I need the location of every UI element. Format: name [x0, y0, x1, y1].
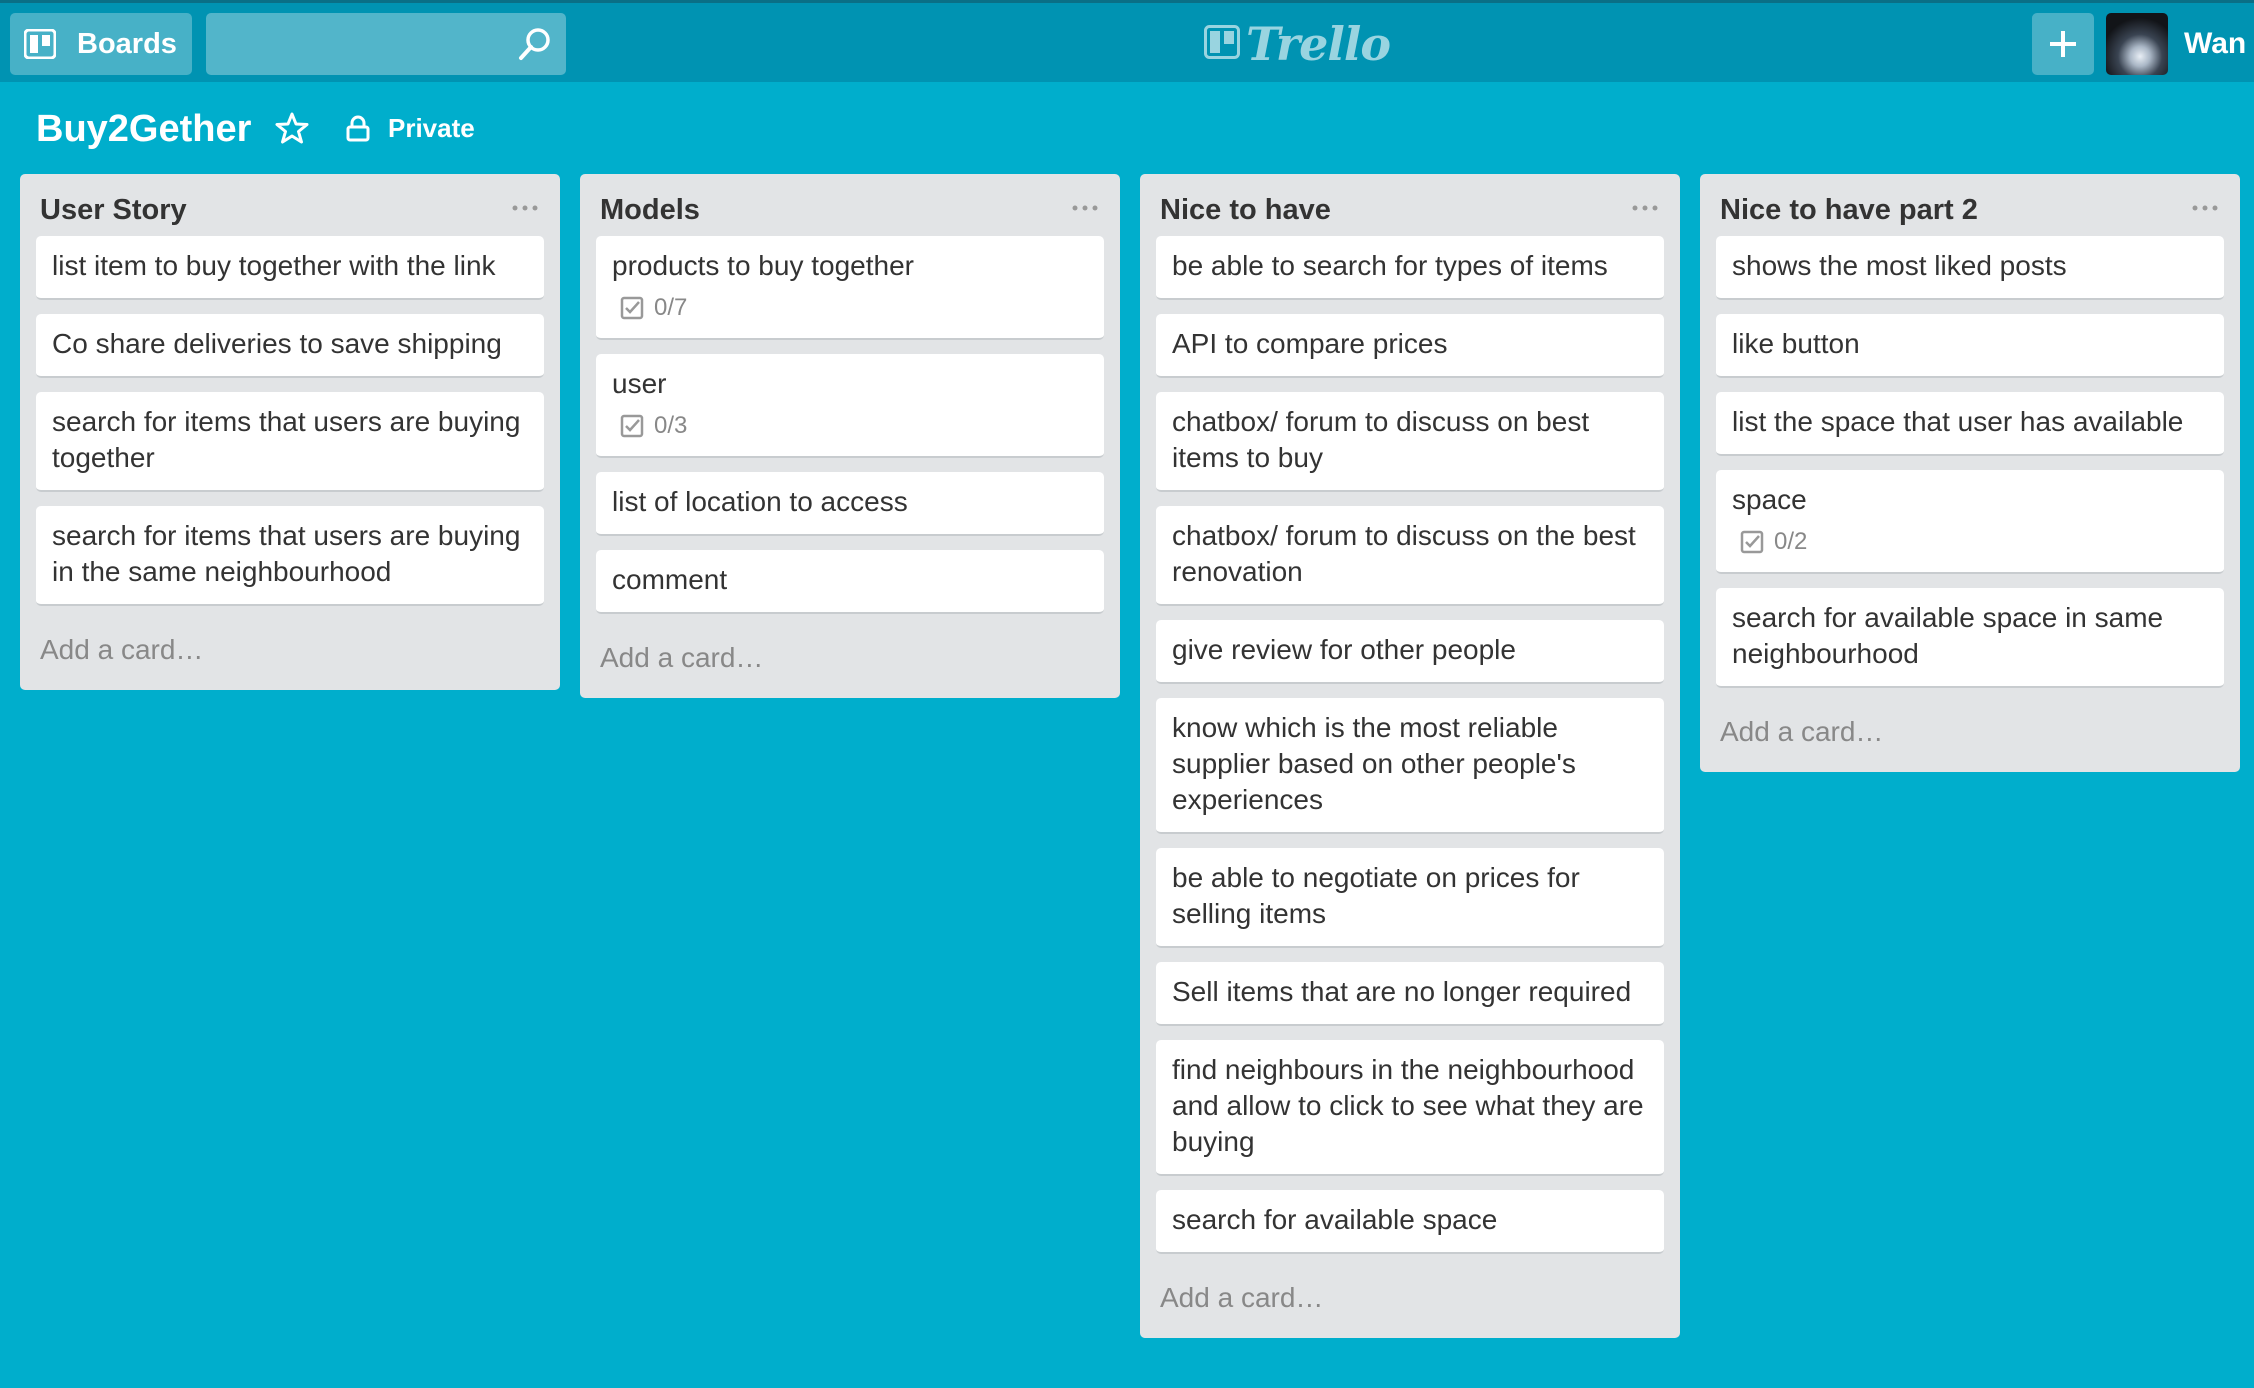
trello-logo-text: Trello [1246, 17, 1391, 71]
checklist-badge: 0/3 [612, 410, 1088, 442]
card[interactable]: Co share deliveries to save shipping [36, 314, 544, 378]
boards-icon [24, 29, 56, 59]
card[interactable]: comment [596, 550, 1104, 614]
user-name[interactable]: Wan S [2184, 25, 2254, 63]
checklist-count: 0/7 [654, 294, 688, 321]
card[interactable]: shows the most liked posts [1716, 236, 2224, 300]
checklist-icon [620, 296, 644, 320]
card[interactable]: Sell items that are no longer required [1156, 962, 1664, 1026]
star-icon[interactable] [274, 110, 310, 146]
checklist-count: 0/3 [654, 412, 688, 439]
checklist-badge: 0/2 [1732, 526, 2208, 558]
card[interactable]: know which is the most reliable supplier… [1156, 698, 1664, 834]
card[interactable]: search for available space in same neigh… [1716, 588, 2224, 688]
search-icon[interactable] [518, 27, 552, 61]
trello-logo-icon [1204, 25, 1240, 59]
card-text: shows the most liked posts [1732, 250, 2067, 281]
search-input[interactable] [206, 13, 506, 75]
top-header: Boards Trello Wan S [0, 0, 2254, 82]
card-text: search for available space in same neigh… [1732, 602, 2164, 669]
card[interactable]: list item to buy together with the link [36, 236, 544, 300]
list-header: Nice to have [1156, 188, 1664, 236]
card-text: user [612, 368, 667, 399]
card-text: be able to search for types of items [1172, 250, 1608, 281]
card[interactable]: space 0/2 [1716, 470, 2224, 574]
privacy-button[interactable]: Private [344, 108, 475, 148]
card-text: list item to buy together with the link [52, 250, 496, 281]
checklist-badge: 0/7 [612, 292, 1088, 324]
list-title[interactable]: User Story [40, 190, 187, 230]
card-text: give review for other people [1172, 634, 1516, 665]
card[interactable]: products to buy together 0/7 [596, 236, 1104, 340]
privacy-label: Private [388, 113, 475, 143]
card-text: chatbox/ forum to discuss on best items … [1172, 406, 1590, 473]
card-text: products to buy together [612, 250, 914, 281]
list-nice-to-have-part-2: Nice to have part 2 shows the most liked… [1700, 174, 2240, 772]
checklist-icon [1740, 530, 1764, 554]
list-header: User Story [36, 188, 544, 236]
board-title[interactable]: Buy2Gether [36, 104, 251, 154]
card[interactable]: API to compare prices [1156, 314, 1664, 378]
add-card-button[interactable]: Add a card… [36, 620, 544, 674]
card-text: know which is the most reliable supplier… [1172, 712, 1576, 815]
card-text: like button [1732, 328, 1860, 359]
card-text: chatbox/ forum to discuss on the best re… [1172, 520, 1636, 587]
card-text: Co share deliveries to save shipping [52, 328, 502, 359]
card[interactable]: search for items that users are buying t… [36, 392, 544, 492]
more-icon[interactable] [1070, 198, 1100, 218]
list-models: Models products to buy together 0/7 user… [580, 174, 1120, 698]
boards-button-label: Boards [77, 28, 177, 60]
more-icon[interactable] [510, 198, 540, 218]
list-nice-to-have: Nice to have be able to search for types… [1140, 174, 1680, 1338]
avatar[interactable] [2106, 13, 2168, 75]
card-text: space [1732, 484, 1807, 515]
card[interactable]: search for available space [1156, 1190, 1664, 1254]
list-title[interactable]: Nice to have part 2 [1720, 190, 1978, 230]
more-icon[interactable] [2190, 198, 2220, 218]
card-text: Sell items that are no longer required [1172, 976, 1632, 1007]
card-text: list of location to access [612, 486, 908, 517]
card[interactable]: like button [1716, 314, 2224, 378]
card[interactable]: chatbox/ forum to discuss on best items … [1156, 392, 1664, 492]
list-header: Nice to have part 2 [1716, 188, 2224, 236]
add-card-button[interactable]: Add a card… [1156, 1268, 1664, 1322]
card-text: be able to negotiate on prices for selli… [1172, 862, 1580, 929]
list-user-story: User Story list item to buy together wit… [20, 174, 560, 690]
lock-icon [346, 115, 370, 142]
add-card-button[interactable]: Add a card… [596, 628, 1104, 682]
card-text: search for items that users are buying t… [52, 406, 521, 473]
card-text: comment [612, 564, 728, 595]
boards-button[interactable]: Boards [10, 13, 192, 75]
list-title[interactable]: Models [600, 190, 700, 230]
trello-logo[interactable]: Trello [1204, 19, 1391, 69]
card-text: search for available space [1172, 1204, 1498, 1235]
card[interactable]: list the space that user has available [1716, 392, 2224, 456]
plus-icon [2050, 31, 2076, 57]
list-title[interactable]: Nice to have [1160, 190, 1331, 230]
card[interactable]: be able to search for types of items [1156, 236, 1664, 300]
card[interactable]: chatbox/ forum to discuss on the best re… [1156, 506, 1664, 606]
card[interactable]: list of location to access [596, 472, 1104, 536]
more-icon[interactable] [1630, 198, 1660, 218]
checklist-icon [620, 414, 644, 438]
card[interactable]: give review for other people [1156, 620, 1664, 684]
card-text: list the space that user has available [1732, 406, 2184, 437]
card-text: search for items that users are buying i… [52, 520, 521, 587]
search-bar[interactable] [206, 13, 566, 75]
card[interactable]: search for items that users are buying i… [36, 506, 544, 606]
card-text: find neighbours in the neighbourhood and… [1172, 1054, 1644, 1157]
card[interactable]: find neighbours in the neighbourhood and… [1156, 1040, 1664, 1176]
card[interactable]: be able to negotiate on prices for selli… [1156, 848, 1664, 948]
checklist-count: 0/2 [1774, 528, 1808, 555]
add-card-button[interactable]: Add a card… [1716, 702, 2224, 756]
card-text: API to compare prices [1172, 328, 1448, 359]
card[interactable]: user 0/3 [596, 354, 1104, 458]
add-button[interactable] [2032, 13, 2094, 75]
list-header: Models [596, 188, 1104, 236]
